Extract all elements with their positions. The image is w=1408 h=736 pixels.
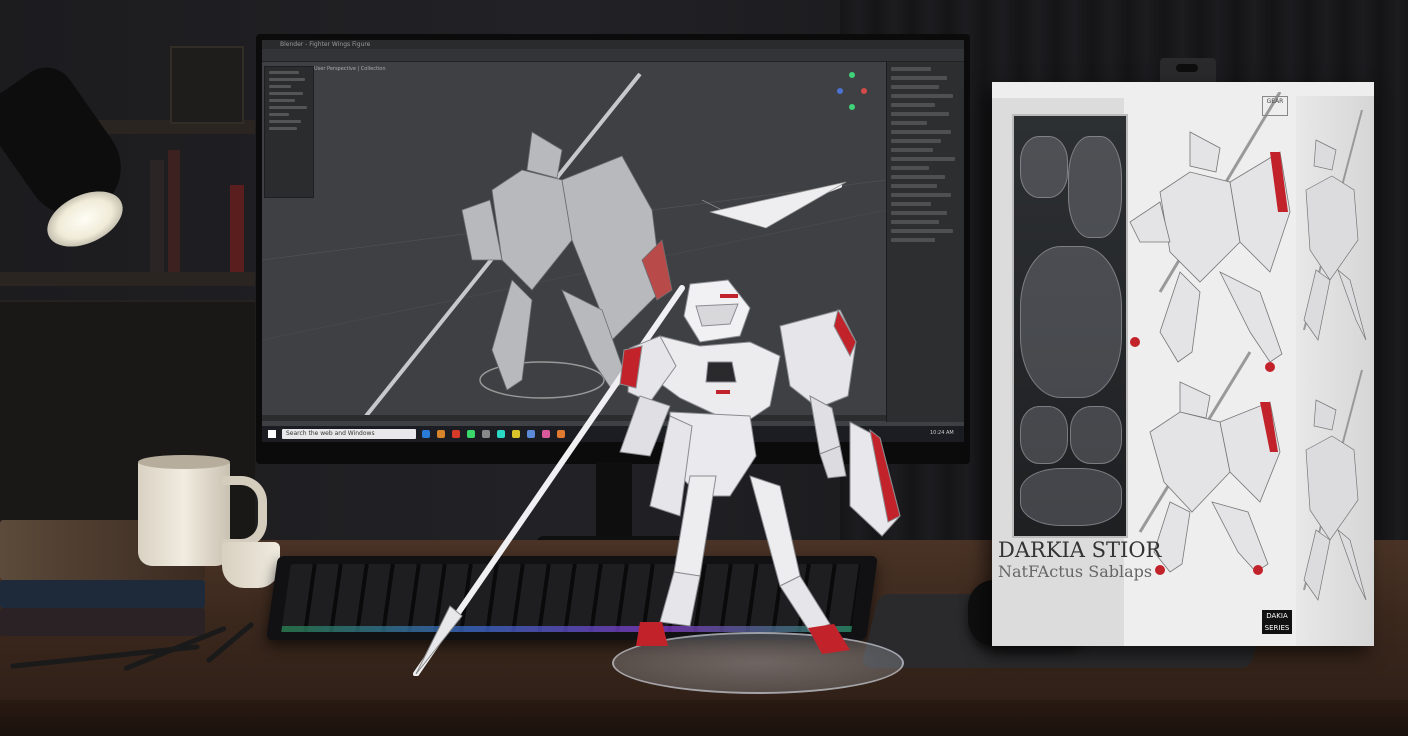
shelf-frame (170, 46, 244, 124)
windows-start-icon[interactable] (268, 430, 276, 438)
box-title: DARKIA STIOR (998, 538, 1162, 562)
box-window (1012, 114, 1128, 538)
shelf-book (150, 160, 164, 272)
box-brand-logo: DAKIA SERIES (1262, 610, 1292, 634)
figure-leg-right (749, 475, 801, 587)
menu-bar[interactable]: Blender - Fighter Wings Figure (262, 40, 964, 49)
nav-gizmo[interactable] (837, 72, 867, 112)
box-art (1129, 92, 1291, 575)
action-figure (413, 181, 901, 676)
box-hang-hole (1176, 64, 1198, 72)
figure-foot-left (636, 622, 668, 646)
shelf-book (168, 150, 180, 272)
box-spine-art (1303, 110, 1367, 601)
mug-handle (222, 476, 267, 548)
small-cup (222, 542, 280, 588)
shelf-book (230, 185, 244, 272)
mug-rim (138, 455, 230, 469)
box-logo-small: GEAR (1262, 96, 1288, 116)
taskbar-clock: 10:24 AM (930, 430, 954, 436)
spear-tip (415, 605, 463, 675)
box-subtitle: NatFActus Sablaps (998, 562, 1153, 581)
mug-icon (138, 460, 230, 566)
shelf-bottom (0, 272, 255, 286)
desk-edge (0, 700, 1408, 736)
desk-scene: Blender - Fighter Wings Figure User Pers… (0, 0, 1408, 736)
pens (10, 621, 255, 672)
figure-arm-right (809, 395, 841, 455)
figure-arm-left (619, 395, 671, 457)
app-title: Blender - Fighter Wings Figure (280, 41, 371, 48)
figure-foot-right (808, 624, 850, 654)
taskbar-search[interactable]: Search the web and Windows (282, 429, 416, 439)
